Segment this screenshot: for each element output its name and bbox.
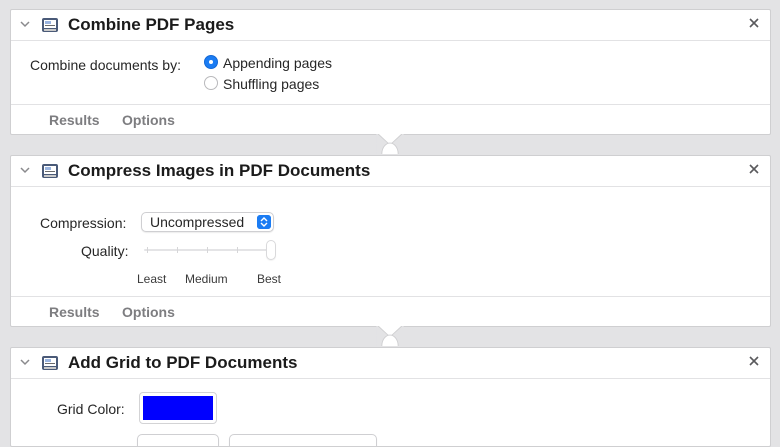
combine-documents-label: Combine documents by: (30, 57, 181, 73)
quality-tick-label-least: Least (137, 272, 167, 286)
partial-control[interactable] (229, 434, 377, 446)
pdf-automator-icon (42, 356, 58, 370)
grid-color-label: Grid Color: (57, 401, 125, 417)
quality-tick-label-best: Best (257, 272, 282, 286)
radio-appending-pages-label[interactable]: Appending pages (223, 54, 332, 72)
close-icon[interactable] (748, 17, 760, 29)
close-icon[interactable] (748, 163, 760, 175)
action-title: Add Grid to PDF Documents (68, 353, 298, 372)
radio-appending-pages[interactable] (204, 55, 218, 69)
compression-value: Uncompressed (150, 214, 245, 230)
action-card-compress-images: Compress Images in PDF Documents Compres… (10, 155, 771, 327)
chevron-down-icon[interactable] (19, 356, 31, 368)
quality-label: Quality: (81, 243, 129, 259)
options-tab[interactable]: Options (122, 303, 175, 321)
action-footer: Results Options (11, 104, 770, 134)
action-title: Combine PDF Pages (68, 15, 235, 34)
action-card-add-grid: Add Grid to PDF Documents Grid Color: (10, 347, 771, 447)
chevron-down-icon[interactable] (19, 18, 31, 30)
action-title: Compress Images in PDF Documents (68, 161, 371, 180)
action-header[interactable]: Compress Images in PDF Documents (11, 156, 770, 187)
pdf-automator-icon (42, 164, 58, 178)
grid-color-well[interactable] (139, 392, 217, 424)
options-tab[interactable]: Options (122, 111, 175, 129)
compression-label: Compression: (40, 215, 127, 231)
radio-shuffling-pages[interactable] (204, 76, 218, 90)
quality-tick (207, 247, 208, 253)
radio-shuffling-pages-label[interactable]: Shuffling pages (223, 75, 319, 93)
quality-tick (177, 247, 178, 253)
chevron-down-icon[interactable] (19, 164, 31, 176)
workflow-connector (376, 134, 404, 154)
results-tab[interactable]: Results (49, 111, 100, 129)
pdf-automator-icon (42, 18, 58, 32)
quality-tick (237, 247, 238, 253)
results-tab[interactable]: Results (49, 303, 100, 321)
quality-tick (147, 247, 148, 253)
up-down-chevron-icon (257, 215, 271, 229)
action-card-combine-pdf-pages: Combine PDF Pages Combine documents by: … (10, 9, 771, 135)
action-header[interactable]: Add Grid to PDF Documents (11, 348, 770, 379)
partial-control[interactable] (137, 434, 219, 446)
action-footer: Results Options (11, 296, 770, 326)
compression-popup[interactable]: Uncompressed (141, 212, 274, 232)
workflow-connector (376, 326, 404, 346)
grid-color-swatch (143, 396, 213, 420)
quality-tick-label-medium: Medium (185, 272, 228, 286)
action-header[interactable]: Combine PDF Pages (11, 10, 770, 41)
quality-slider-knob[interactable] (266, 240, 276, 260)
close-icon[interactable] (748, 355, 760, 367)
